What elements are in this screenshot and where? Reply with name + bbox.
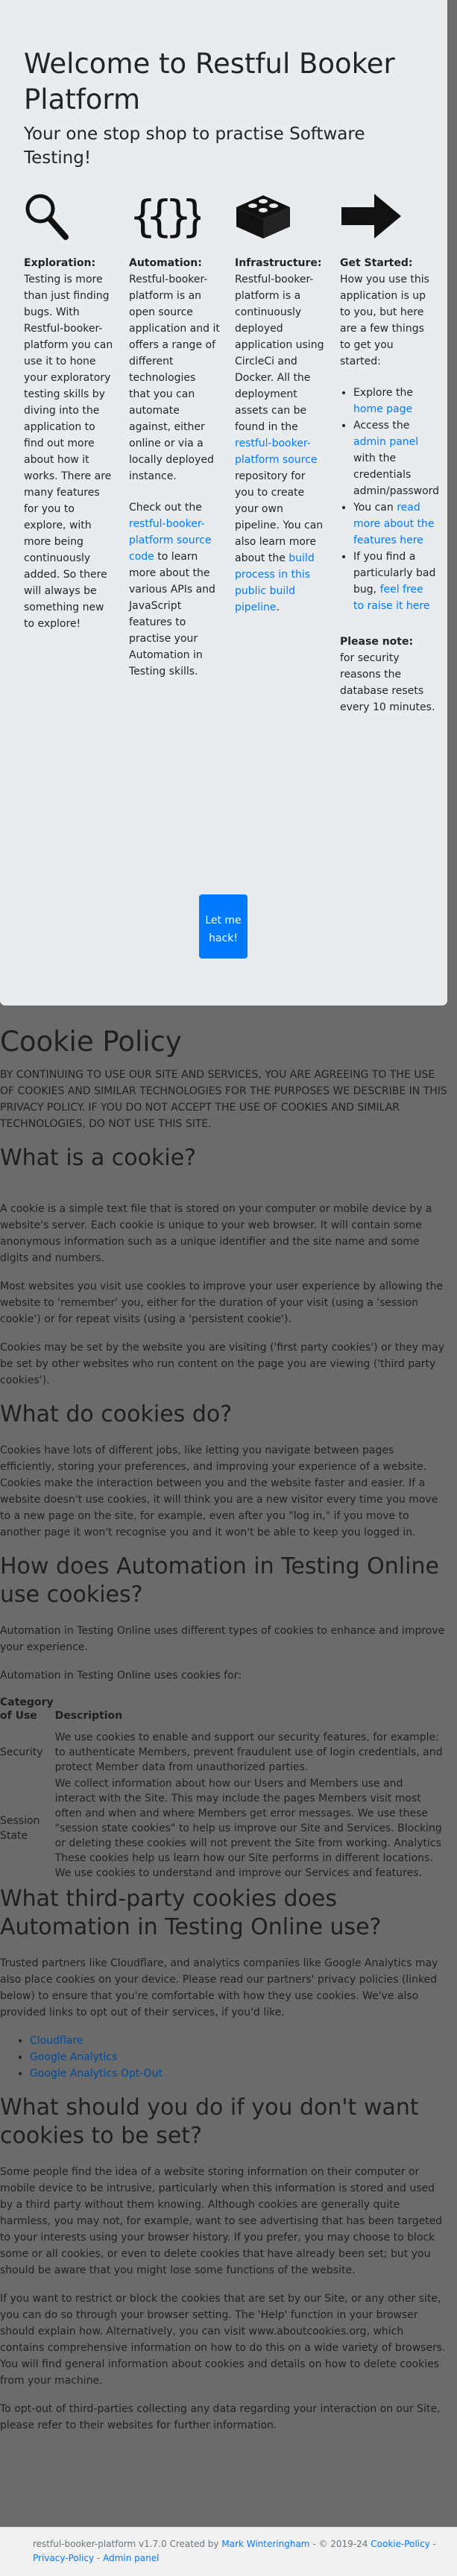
cookie-policy-link[interactable]: Cookie-Policy xyxy=(371,2539,430,2549)
table-row: Session State We collect information abo… xyxy=(0,1776,447,1882)
paragraph: Cookies have lots of different jobs, lik… xyxy=(0,1445,438,1538)
google-analytics-optout-link[interactable]: Google Analytics Opt-Out xyxy=(30,2068,163,2080)
admin-panel-footer-link[interactable]: Admin panel xyxy=(103,2553,159,2563)
note-heading: Please note: xyxy=(340,636,414,648)
paragraph: Trusted partners like Cloudflare, and an… xyxy=(0,1957,438,2018)
table-row: Security We use cookies to enable and su… xyxy=(0,1730,447,1776)
list-item: Cloudflare xyxy=(30,2033,457,2049)
feature-infrastructure: Infrastructure: Restful-booker-platform … xyxy=(235,192,326,631)
table-cell: Session State xyxy=(0,1815,40,1842)
list-item: Explore the home page xyxy=(353,385,437,417)
feature-exploration: Exploration: Testing is more than just f… xyxy=(24,192,115,647)
table-cell: Security xyxy=(0,1746,43,1758)
third-heading: What third-party cookies does Automation… xyxy=(0,1886,382,1940)
feature-heading: Infrastructure: xyxy=(235,257,322,269)
source-repo-link[interactable]: restful-booker-platform source xyxy=(235,438,317,466)
feature-text: to learn more about the various APIs and… xyxy=(129,551,215,678)
paragraph: Most websites you visit use cookies to i… xyxy=(0,1281,444,1325)
admin-panel-link[interactable]: admin panel xyxy=(353,436,418,448)
paragraph: Automation in Testing Online uses cookie… xyxy=(0,1670,242,1682)
footer-text: restful-booker-platform v1.7.0 Created b… xyxy=(33,2539,219,2549)
paragraph: If you want to restrict or block the coo… xyxy=(0,2293,446,2387)
paragraph: Some people find the idea of a website s… xyxy=(0,2166,443,2276)
list-item: You can read more about the features her… xyxy=(353,499,437,549)
policy-intro: BY CONTINUING TO USE OUR SITE AND SERVIC… xyxy=(0,1069,447,1130)
note-text: for security reasons the database resets… xyxy=(340,652,435,713)
welcome-modal: Welcome to Restful Booker Platform Your … xyxy=(0,0,447,1006)
table-cell: We collect information about how our Use… xyxy=(54,1778,442,1879)
footer-separator: - xyxy=(432,2539,436,2549)
do-heading: What do cookies do? xyxy=(0,1401,233,1427)
item-text: Access the xyxy=(353,420,410,432)
feature-heading: Get Started: xyxy=(340,257,413,269)
column-header: Description xyxy=(54,1710,123,1722)
list-item: If you find a particularly bad bug, feel… xyxy=(353,549,437,614)
paragraph: Automation in Testing Online uses differ… xyxy=(0,1625,445,1653)
list-item: Google Analytics xyxy=(30,2049,457,2065)
magnifier-icon xyxy=(24,192,115,255)
paragraph: A cookie is a simple text file that is s… xyxy=(0,1203,432,1264)
home-page-link[interactable]: home page xyxy=(353,403,412,415)
feature-text: Restful-booker-platform is an open sourc… xyxy=(129,274,220,482)
get-started-list: Explore the home page Access the admin p… xyxy=(340,385,440,614)
feature-text: repository for you to create your own pi… xyxy=(235,470,324,564)
footer-text: - © 2019-24 xyxy=(312,2539,368,2549)
modal-title: Welcome to Restful Booker Platform xyxy=(24,48,395,116)
cookie-usage-table: Category of Use Description Security We … xyxy=(0,1696,447,1882)
feature-get-started: Get Started: How you use this applicatio… xyxy=(340,192,440,730)
author-link[interactable]: Mark Winteringham xyxy=(221,2539,309,2549)
feature-heading: Automation: xyxy=(129,257,202,269)
paragraph: To opt-out of third-parties collecting a… xyxy=(0,2403,441,2431)
footer: restful-booker-platform v1.7.0 Created b… xyxy=(0,2527,457,2576)
privacy-policy-link[interactable]: Privacy-Policy xyxy=(33,2553,94,2563)
feature-text: . xyxy=(276,602,280,613)
braces-icon: { { } } xyxy=(129,192,220,255)
feature-heading: Exploration: xyxy=(24,257,96,269)
features-row: Exploration: Testing is more than just f… xyxy=(24,192,439,938)
dont-heading: What should you do if you don't want coo… xyxy=(0,2094,419,2149)
paragraph: Cookies may be set by the website you ar… xyxy=(0,1342,444,1386)
cloudflare-link[interactable]: Cloudflare xyxy=(30,2035,83,2047)
cookie-policy: Cookie Policy BY CONTINUING TO USE OUR S… xyxy=(0,1025,457,2446)
footer-separator: - xyxy=(96,2553,101,2563)
feature-text: Testing is more than just finding bugs. … xyxy=(24,274,113,630)
column-header: Category of Use xyxy=(0,1696,54,1722)
third-party-links: Cloudflare Google Analytics Google Analy… xyxy=(0,2033,457,2082)
feature-text: Check out the xyxy=(129,502,202,514)
svg-text:}: } xyxy=(181,192,201,240)
google-analytics-link[interactable]: Google Analytics xyxy=(30,2051,117,2063)
what-heading: What is a cookie? xyxy=(0,1145,197,1171)
policy-title: Cookie Policy xyxy=(0,1026,182,1058)
lets-hack-button[interactable]: Let me hack! xyxy=(199,894,248,959)
item-text: with the credentials admin/password xyxy=(353,452,440,497)
list-item: Google Analytics Opt-Out xyxy=(30,2065,457,2082)
list-item: Access the admin panel with the credenti… xyxy=(353,417,440,499)
item-text: Explore the xyxy=(353,387,413,399)
how-heading: How does Automation in Testing Online us… xyxy=(0,1553,439,1608)
arrow-right-icon xyxy=(340,192,437,255)
modal-subtitle: Your one stop shop to practise Software … xyxy=(24,124,365,168)
feature-text: Restful-booker-platform is a continuousl… xyxy=(235,274,324,433)
feature-automation: { { } } Automation: Restful-booker-platf… xyxy=(129,192,220,695)
brick-icon xyxy=(235,192,326,255)
table-cell: We use cookies to enable and support our… xyxy=(54,1731,443,1773)
feature-text: How you use this application is up to yo… xyxy=(340,274,429,367)
item-text: You can xyxy=(353,502,394,514)
